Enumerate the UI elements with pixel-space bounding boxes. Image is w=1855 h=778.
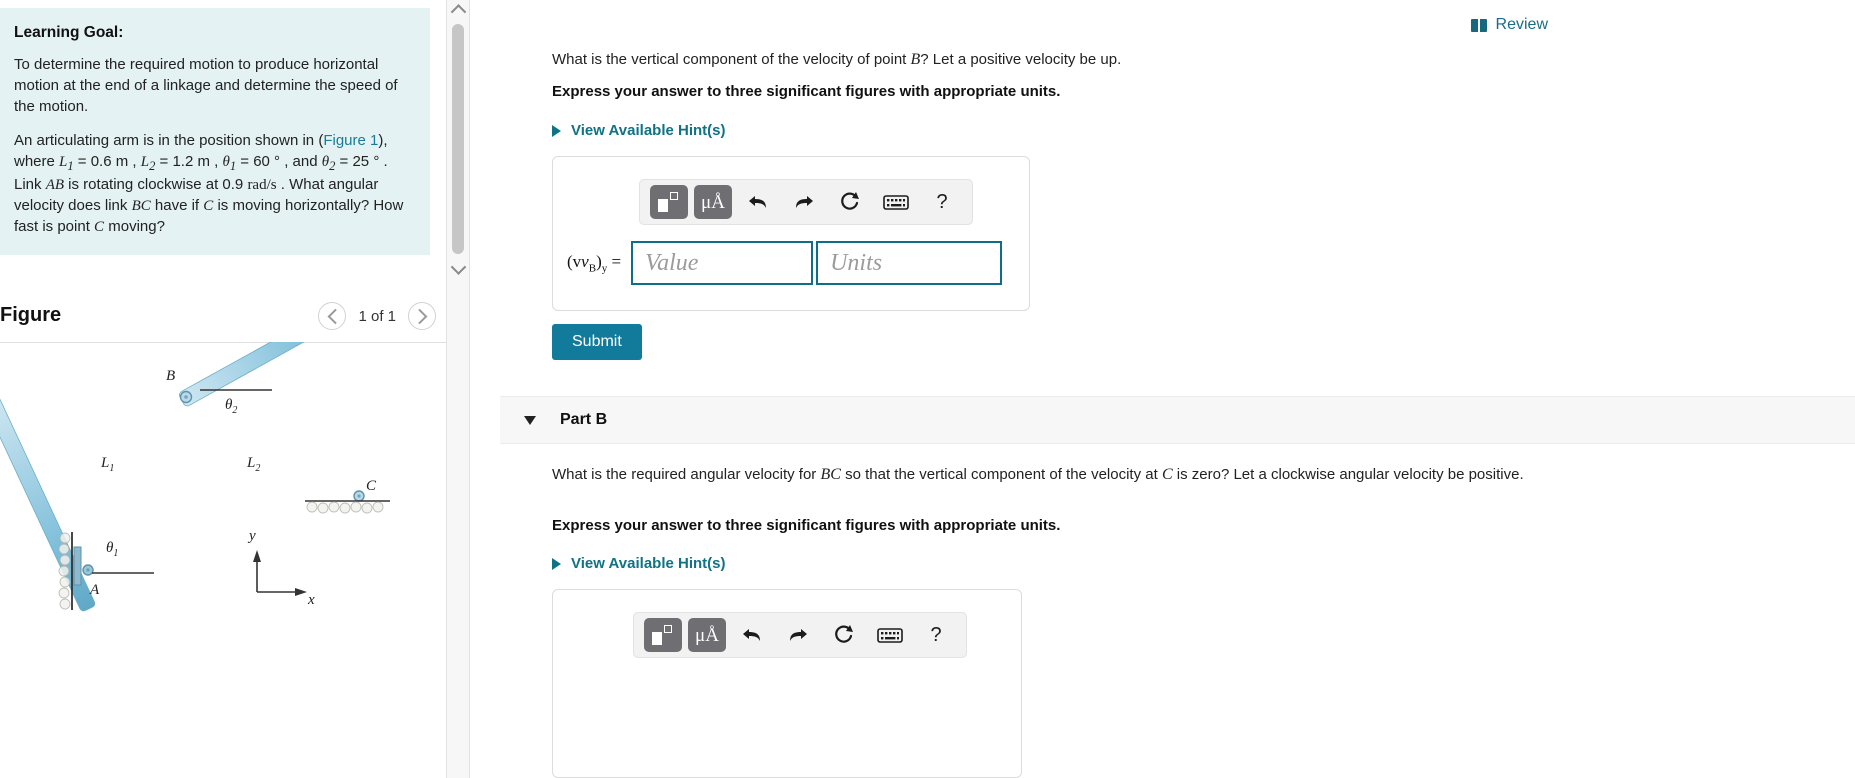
partB-question-post: is zero? Let a clockwise angular velocit… [1172,466,1524,483]
figure-panel-title: Figure [0,304,62,326]
triangle-right-icon [552,557,561,570]
partA-instruction: Express your answer to three significant… [552,83,1061,100]
figure-header: Figure 1 of 1 [0,296,446,343]
partB-hint-label: View Available Hint(s) [571,555,726,572]
figure-axis-label-y: y [249,528,256,544]
figure-1-link[interactable]: Figure 1 [323,132,378,149]
right-content-panel: Review What is the vertical component of… [470,0,1855,778]
review-label: Review [1495,16,1548,33]
partA-math-toolbar: μÅ ? [639,179,973,225]
partB-title: Part B [560,411,608,428]
rate-units: rad/s [247,177,277,194]
figure-axis-label-x: x [308,592,315,608]
partB-header-bar[interactable]: Part B [500,396,1855,444]
chevron-down-icon [450,258,466,275]
partA-hint-label: View Available Hint(s) [571,122,726,139]
redo-arrow-icon[interactable] [778,618,818,652]
figure-next-button[interactable] [408,302,436,330]
partA-variable-label: (vvB)y = [567,251,622,275]
problem-text-mid3: have if [150,197,204,215]
point-C-symbol-2: C [94,218,105,235]
triangle-right-icon [552,124,561,137]
partA-question-pre: What is the vertical component of the ve… [552,51,911,68]
problem-text-mid: is rotating clockwise at 0.9 [64,176,248,194]
micro-angstrom-icon[interactable]: μÅ [694,185,732,219]
left-panel: Learning Goal: To determine the required… [0,0,446,778]
link-AB-symbol: AB [45,177,65,194]
figure-label-L1: L1 [101,455,115,474]
micro-angstrom-icon[interactable]: μÅ [688,618,726,652]
figure-counter: 1 of 1 [358,307,396,325]
question-mark-icon[interactable]: ? [922,185,962,219]
chevron-left-icon [327,308,344,324]
figure-label-A: A [90,582,100,598]
undo-arrow-icon[interactable] [732,618,772,652]
partB-instruction: Express your answer to three significant… [552,517,1061,534]
partA-answer-card: μÅ ? (vvB)y = Value Units [552,156,1030,311]
scroll-down-button[interactable] [447,258,469,278]
keyboard-icon[interactable] [870,618,910,652]
partA-answer-row: (vvB)y = Value Units [567,241,1003,285]
book-icon [1470,18,1488,32]
linkage-diagram-svg [0,297,390,612]
partB-question: What is the required angular velocity fo… [552,464,1562,486]
L2-symbol: L [140,154,150,171]
math-template-icon[interactable] [644,618,682,652]
review-button[interactable]: Review [1470,16,1548,34]
partA-submit-button[interactable]: Submit [552,324,642,360]
figure-label-B: B [166,368,176,384]
figure-navigation: 1 of 1 [318,302,436,330]
scrollbar-thumb[interactable] [452,24,464,254]
partA-question-post: ? Let a positive velocity be up. [920,51,1122,68]
reset-circular-arrow-icon[interactable] [830,185,870,219]
scroll-up-button[interactable] [447,0,469,20]
theta1-symbol: θ [222,154,230,171]
undo-arrow-icon[interactable] [738,185,778,219]
partB-link-BC: BC [820,466,841,483]
question-mark-icon[interactable]: ? [916,618,956,652]
partA-units-input[interactable]: Units [816,241,1003,285]
reset-circular-arrow-icon[interactable] [824,618,864,652]
partB-math-toolbar: μÅ ? [633,612,967,658]
theta1-value: = 60 ° , and [236,153,322,171]
triangle-down-icon[interactable] [524,415,536,425]
partB-question-mid: so that the vertical component of the ve… [840,466,1162,483]
figure-prev-button[interactable] [318,302,347,330]
L2-value: = 1.2 m , [155,153,223,171]
link-BC-symbol: BC [131,198,151,215]
partB-view-hints[interactable]: View Available Hint(s) [552,555,726,572]
point-C-symbol: C [203,198,214,215]
problem-text-pre: An articulating arm is in the position s… [14,132,324,150]
partA-question: What is the vertical component of the ve… [552,49,1652,71]
partB-answer-card: μÅ ? [552,589,1022,778]
keyboard-icon[interactable] [876,185,916,219]
problem-text-tail2: moving? [104,217,165,235]
learning-goal-box: Learning Goal: To determine the required… [0,8,430,256]
figure-label-L2: L2 [247,455,261,474]
redo-arrow-icon[interactable] [784,185,824,219]
partB-point-C: C [1161,466,1173,483]
partB-question-pre: What is the required angular velocity fo… [552,466,821,483]
left-panel-scrollbar[interactable] [446,0,470,778]
partA-view-hints[interactable]: View Available Hint(s) [552,122,726,139]
figure-label-theta2: θ2 [225,397,238,416]
learning-goal-body: To determine the required motion to prod… [14,56,398,115]
figure-label-theta1: θ1 [106,540,119,559]
learning-goal-title: Learning Goal: [14,24,124,41]
figure-diagram[interactable]: B C A L1 L2 θ2 θ1 y x [0,297,446,642]
math-template-icon[interactable] [650,185,688,219]
figure-label-C: C [366,478,377,494]
problem-statement: An articulating arm is in the position s… [14,131,414,237]
chevron-right-icon [411,308,427,324]
partA-point-B: B [910,51,921,68]
L1-value: = 0.6 m , [73,153,141,171]
chevron-up-icon [450,3,466,20]
partA-value-input[interactable]: Value [631,241,814,285]
